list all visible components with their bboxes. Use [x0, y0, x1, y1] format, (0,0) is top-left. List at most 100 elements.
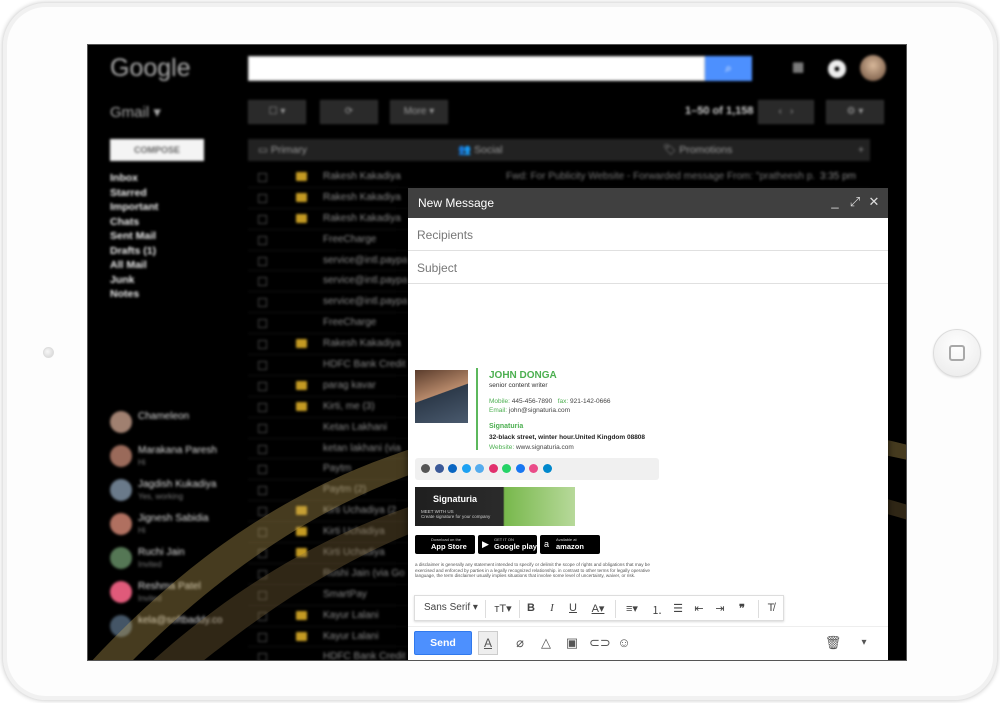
email-value[interactable]: john@signaturia.com: [509, 407, 570, 414]
social-icon[interactable]: [515, 464, 525, 473]
row-checkbox[interactable]: [258, 256, 267, 266]
page-nav-buttons[interactable]: ‹ ›: [758, 100, 814, 124]
row-checkbox[interactable]: [258, 590, 267, 600]
app-store-badge[interactable]: Download on the App Store: [415, 535, 475, 554]
notification-icon[interactable]: ●: [828, 60, 846, 78]
row-checkbox[interactable]: [258, 486, 267, 496]
sidebar-item[interactable]: All Mail: [110, 258, 158, 273]
social-icon[interactable]: [434, 464, 444, 473]
social-icon[interactable]: [488, 464, 498, 473]
numbered-list-icon[interactable]: ⒈: [649, 602, 665, 618]
amazon-badge[interactable]: a Available at amazon: [540, 535, 600, 554]
emoji-icon[interactable]: ☺: [615, 635, 633, 650]
tab-primary[interactable]: ▭ Primary: [258, 139, 307, 161]
quote-icon[interactable]: ❞: [734, 602, 750, 615]
chat-contact[interactable]: Marakana Paresh Hi: [106, 441, 236, 475]
minimize-icon[interactable]: _: [828, 194, 842, 209]
underline-icon[interactable]: U: [565, 602, 581, 614]
formatting-options-icon[interactable]: A: [478, 631, 498, 655]
align-icon[interactable]: ≡▾: [620, 602, 644, 615]
social-icon[interactable]: [529, 464, 538, 473]
apps-grid-icon[interactable]: ▦: [792, 60, 806, 74]
tab-social[interactable]: 👥 Social: [458, 139, 503, 161]
search-button[interactable]: ⌕: [705, 56, 752, 81]
sidebar-item[interactable]: Notes: [110, 287, 158, 302]
trash-icon[interactable]: 🗑: [824, 635, 842, 651]
search-input[interactable]: [248, 56, 705, 81]
compose-button[interactable]: COMPOSE: [110, 139, 204, 161]
indent-more-icon[interactable]: ⇥: [712, 602, 728, 615]
social-icon[interactable]: [461, 464, 471, 473]
sidebar-item[interactable]: Sent Mail: [110, 229, 158, 244]
drive-icon[interactable]: △: [537, 635, 555, 651]
send-button[interactable]: Send: [414, 631, 472, 655]
remove-formatting-icon[interactable]: T̸: [763, 602, 779, 614]
more-options-icon[interactable]: ▾: [855, 637, 873, 648]
chat-me[interactable]: Chameleon: [106, 407, 236, 441]
select-all-dropdown[interactable]: ☐ ▾: [248, 100, 306, 124]
row-checkbox[interactable]: [258, 277, 267, 287]
row-checkbox[interactable]: [258, 319, 267, 329]
sidebar-item[interactable]: Drafts (1): [110, 244, 158, 259]
row-checkbox[interactable]: [258, 402, 267, 412]
table-row[interactable]: Rakesh Kakadiya Fwd: For Publicity Websit…: [248, 167, 870, 188]
social-icon[interactable]: [502, 464, 511, 473]
link-icon[interactable]: ⊂⊃: [589, 635, 611, 651]
sidebar-item[interactable]: Starred: [110, 186, 158, 201]
settings-button[interactable]: ⚙ ▾: [826, 100, 884, 124]
row-checkbox[interactable]: [258, 569, 267, 579]
row-checkbox[interactable]: [258, 423, 267, 433]
chat-contact[interactable]: Jagdish Kukadiya Yes, working: [106, 475, 236, 509]
sidebar-item[interactable]: Chats: [110, 215, 158, 230]
social-icon[interactable]: [542, 464, 552, 473]
bold-icon[interactable]: B: [523, 602, 539, 614]
italic-icon[interactable]: I: [544, 602, 560, 614]
row-checkbox[interactable]: [258, 173, 267, 182]
font-family-select[interactable]: Sans Serif ▾: [421, 602, 481, 613]
row-checkbox[interactable]: [258, 444, 267, 454]
text-color-icon[interactable]: A▾: [586, 602, 610, 615]
recipients-field[interactable]: Recipients: [408, 218, 888, 251]
row-checkbox[interactable]: [258, 298, 267, 308]
row-checkbox[interactable]: [258, 549, 267, 559]
social-icon[interactable]: [475, 464, 484, 473]
subject-field[interactable]: Subject: [408, 251, 888, 284]
sidebar-item[interactable]: Inbox: [110, 171, 158, 186]
social-icon[interactable]: [421, 464, 430, 473]
row-checkbox[interactable]: [258, 528, 267, 538]
more-button[interactable]: More ▾: [390, 100, 448, 124]
sidebar-item[interactable]: Important: [110, 200, 158, 215]
row-checkbox[interactable]: [258, 653, 267, 660]
row-checkbox[interactable]: [258, 193, 267, 203]
website-link[interactable]: www.signaturia.com: [516, 444, 574, 451]
chat-contact[interactable]: kela@softbaddy.co: [106, 611, 236, 645]
sidebar-item[interactable]: Junk: [110, 273, 158, 288]
signature-banner[interactable]: Signaturia MEET WITH US Create signature …: [415, 487, 575, 526]
row-checkbox[interactable]: [258, 235, 267, 245]
photo-icon[interactable]: ▣: [563, 635, 581, 651]
row-checkbox[interactable]: [258, 361, 267, 371]
add-tab-icon[interactable]: +: [858, 139, 864, 161]
attach-icon[interactable]: ⌀: [511, 635, 529, 651]
gmail-product-menu[interactable]: Gmail ▾: [110, 103, 161, 121]
bulleted-list-icon[interactable]: ☰: [670, 602, 686, 615]
google-play-badge[interactable]: ▶ GET IT ON Google play: [478, 535, 537, 554]
row-checkbox[interactable]: [258, 632, 267, 642]
close-icon[interactable]: ✕: [867, 194, 881, 210]
row-checkbox[interactable]: [258, 381, 267, 391]
row-checkbox[interactable]: [258, 611, 267, 621]
expand-icon[interactable]: ⤢: [848, 194, 862, 210]
chat-contact[interactable]: Jignesh Sabidia Hi: [106, 509, 236, 543]
row-checkbox[interactable]: [258, 465, 267, 475]
row-checkbox[interactable]: [258, 340, 267, 350]
social-icon[interactable]: [448, 464, 457, 473]
home-button[interactable]: [933, 329, 981, 377]
chat-contact[interactable]: Reshma Patel Invited: [106, 577, 236, 611]
row-checkbox[interactable]: [258, 507, 267, 517]
font-size-icon[interactable]: тT▾: [491, 602, 515, 615]
account-avatar[interactable]: [860, 55, 886, 81]
refresh-button[interactable]: ⟳: [320, 100, 378, 124]
row-checkbox[interactable]: [258, 214, 267, 224]
tab-promotions[interactable]: 🏷 Promotions: [663, 139, 732, 161]
indent-less-icon[interactable]: ⇤: [691, 602, 707, 615]
